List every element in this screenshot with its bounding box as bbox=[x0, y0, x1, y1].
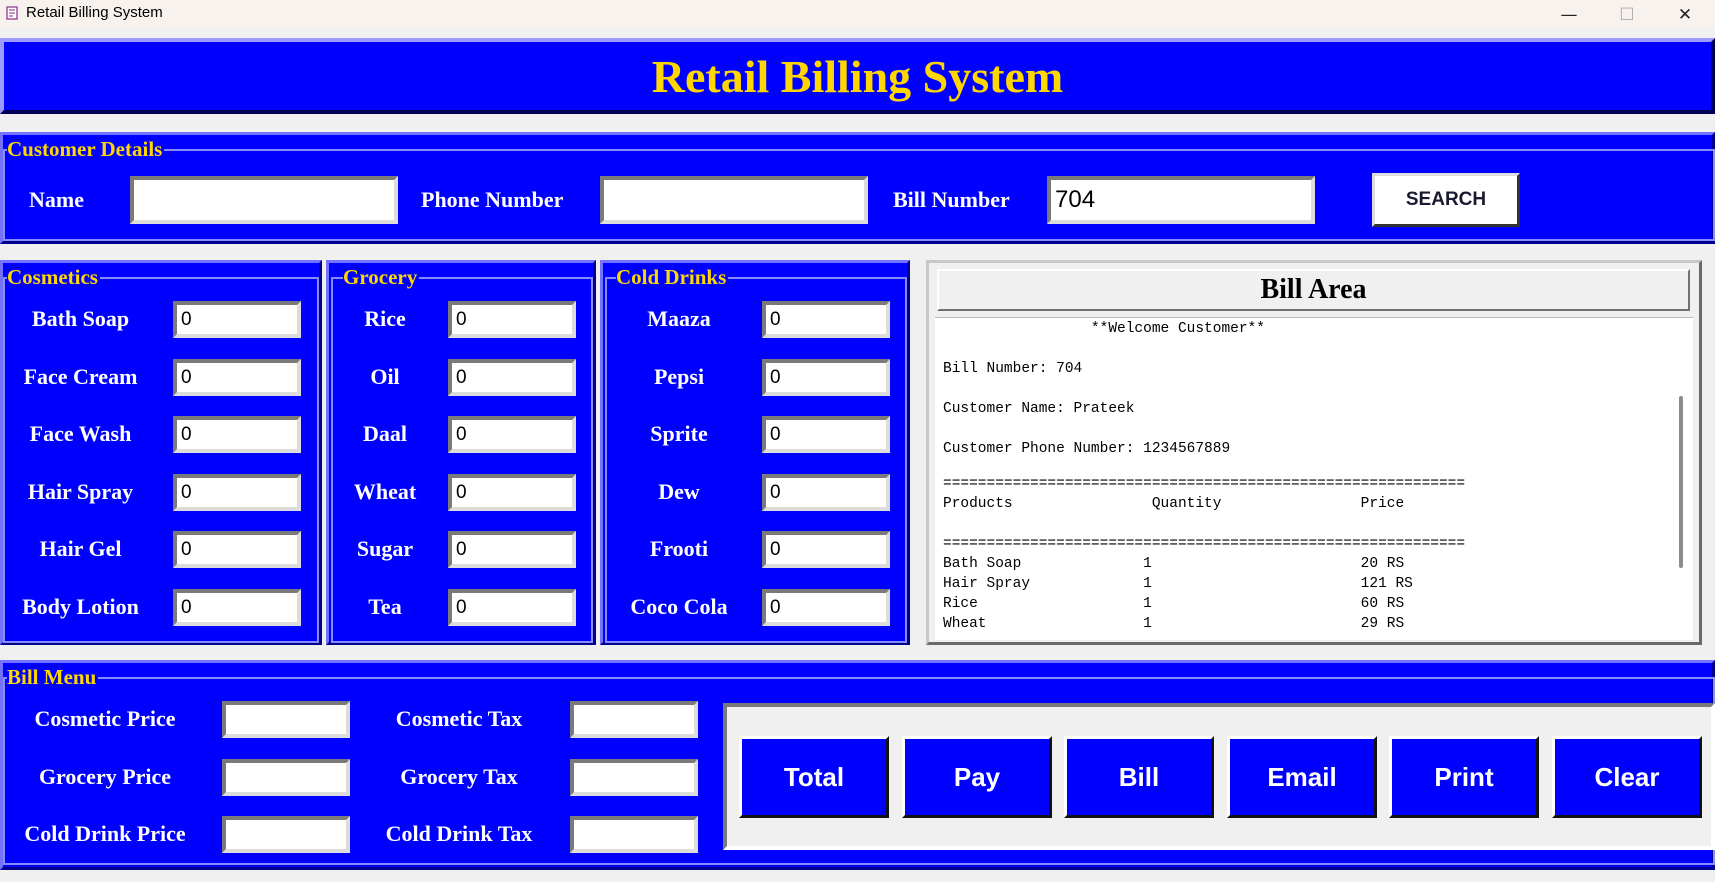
bill-separator: ========================================… bbox=[943, 536, 1466, 552]
bill-textarea[interactable]: **Welcome Customer** Bill Number: 704 Cu… bbox=[935, 317, 1693, 640]
window-titlebar: Retail Billing System — ☐ ✕ bbox=[0, 0, 1715, 29]
bill-number-label: Bill Number bbox=[893, 187, 1010, 212]
sprite-input[interactable] bbox=[762, 416, 890, 453]
face-wash-input[interactable] bbox=[173, 416, 301, 453]
grocery-legend: Grocery bbox=[343, 265, 420, 289]
bill-area-title: Bill Area bbox=[937, 269, 1690, 311]
tea-label: Tea bbox=[368, 594, 402, 619]
grocery-tax-input[interactable] bbox=[570, 759, 698, 796]
bill-separator: ========================================… bbox=[943, 476, 1466, 492]
cosmetic-price-label: Cosmetic Price bbox=[34, 706, 176, 731]
cold-drink-price-label: Cold Drink Price bbox=[24, 821, 186, 846]
daal-input[interactable] bbox=[448, 416, 576, 453]
sugar-input[interactable] bbox=[448, 531, 576, 568]
search-button[interactable]: SEARCH bbox=[1372, 173, 1520, 227]
phone-number-input[interactable] bbox=[600, 176, 868, 224]
cold-drink-tax-input[interactable] bbox=[570, 816, 698, 853]
bill-button[interactable]: Bill bbox=[1064, 736, 1214, 818]
bill-menu-legend: Bill Menu bbox=[7, 665, 99, 689]
body-lotion-input[interactable] bbox=[173, 589, 301, 626]
coco-cola-label: Coco Cola bbox=[630, 594, 728, 619]
pay-button[interactable]: Pay bbox=[902, 736, 1052, 818]
bill-area-panel: Bill Area **Welcome Customer** Bill Numb… bbox=[926, 260, 1702, 645]
bill-line: Customer Name: Prateek bbox=[943, 401, 1135, 417]
window-title: Retail Billing System bbox=[26, 4, 163, 21]
app-header: Retail Billing System bbox=[0, 38, 1715, 114]
sugar-label: Sugar bbox=[356, 536, 414, 561]
cosmetic-tax-input[interactable] bbox=[570, 701, 698, 738]
minimize-button[interactable]: — bbox=[1541, 0, 1597, 29]
close-button[interactable]: ✕ bbox=[1657, 0, 1713, 29]
clear-button[interactable]: Clear bbox=[1552, 736, 1702, 818]
cold-drink-tax-label: Cold Drink Tax bbox=[385, 821, 533, 846]
sprite-label: Sprite bbox=[650, 421, 708, 446]
customer-details-legend: Customer Details bbox=[7, 137, 165, 161]
bill-line: **Welcome Customer** bbox=[943, 321, 1265, 337]
cosmetic-tax-label: Cosmetic Tax bbox=[395, 706, 523, 731]
grocery-price-label: Grocery Price bbox=[38, 764, 172, 789]
face-wash-label: Face Wash bbox=[29, 421, 132, 446]
hair-spray-label: Hair Spray bbox=[27, 479, 134, 504]
oil-label: Oil bbox=[370, 364, 400, 389]
tea-input[interactable] bbox=[448, 589, 576, 626]
bath-soap-label: Bath Soap bbox=[31, 306, 130, 331]
cold-drinks-legend: Cold Drinks bbox=[616, 265, 729, 289]
face-cream-label: Face Cream bbox=[23, 364, 138, 389]
dew-label: Dew bbox=[658, 479, 700, 504]
name-input[interactable] bbox=[130, 176, 398, 224]
pepsi-input[interactable] bbox=[762, 359, 890, 396]
grocery-price-input[interactable] bbox=[222, 759, 350, 796]
body-lotion-label: Body Lotion bbox=[22, 594, 139, 619]
phone-number-label: Phone Number bbox=[421, 187, 564, 212]
rice-label: Rice bbox=[364, 306, 406, 331]
name-label: Name bbox=[29, 187, 84, 212]
coco-cola-input[interactable] bbox=[762, 589, 890, 626]
frooti-input[interactable] bbox=[762, 531, 890, 568]
app-icon bbox=[6, 6, 18, 20]
page-title: Retail Billing System bbox=[651, 50, 1064, 102]
frooti-label: Frooti bbox=[649, 536, 709, 561]
wheat-input[interactable] bbox=[448, 474, 576, 511]
bill-line: Bill Number: 704 bbox=[943, 361, 1083, 377]
maaza-input[interactable] bbox=[762, 301, 890, 338]
oil-input[interactable] bbox=[448, 359, 576, 396]
hair-spray-input[interactable] bbox=[173, 474, 301, 511]
face-cream-input[interactable] bbox=[173, 359, 301, 396]
daal-label: Daal bbox=[363, 421, 407, 446]
bill-item-line: Hair Spray 1 121 RS bbox=[943, 576, 1413, 592]
pepsi-label: Pepsi bbox=[653, 364, 705, 389]
cosmetic-price-input[interactable] bbox=[222, 701, 350, 738]
bill-item-line: Wheat 1 29 RS bbox=[943, 616, 1405, 632]
bill-number-input[interactable] bbox=[1047, 176, 1315, 224]
bill-line: Products Quantity Price bbox=[943, 496, 1405, 512]
maximize-button[interactable]: ☐ bbox=[1599, 0, 1655, 29]
email-button[interactable]: Email bbox=[1227, 736, 1377, 818]
bill-scrollbar[interactable] bbox=[1679, 396, 1683, 568]
dew-input[interactable] bbox=[762, 474, 890, 511]
print-button[interactable]: Print bbox=[1389, 736, 1539, 818]
grocery-tax-label: Grocery Tax bbox=[400, 764, 518, 789]
total-button[interactable]: Total bbox=[739, 736, 889, 818]
rice-input[interactable] bbox=[448, 301, 576, 338]
bill-line: Customer Phone Number: 1234567889 bbox=[943, 441, 1231, 457]
wheat-label: Wheat bbox=[353, 479, 417, 504]
maaza-label: Maaza bbox=[647, 306, 711, 331]
cold-drink-price-input[interactable] bbox=[222, 816, 350, 853]
bath-soap-input[interactable] bbox=[173, 301, 301, 338]
bill-item-line: Rice 1 60 RS bbox=[943, 596, 1405, 612]
hair-gel-input[interactable] bbox=[173, 531, 301, 568]
cosmetics-legend: Cosmetics bbox=[7, 265, 100, 289]
hair-gel-label: Hair Gel bbox=[39, 536, 122, 561]
bill-item-line: Bath Soap 1 20 RS bbox=[943, 556, 1405, 572]
